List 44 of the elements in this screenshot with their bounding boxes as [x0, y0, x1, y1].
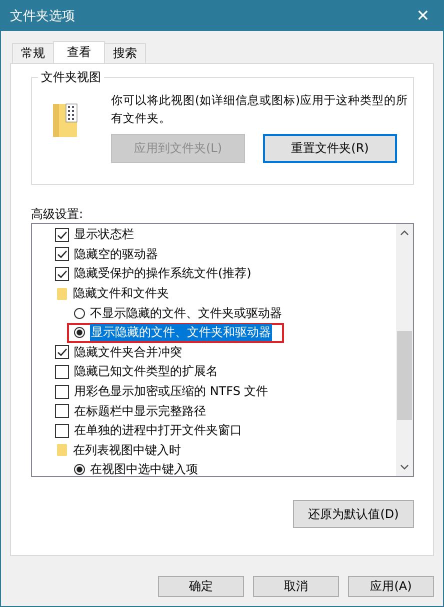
tab[interactable]: 常规 [12, 43, 54, 63]
window-title: 文件夹选项 [10, 8, 75, 24]
tab[interactable]: 搜索 [104, 43, 146, 63]
setting-label[interactable]: 隐藏受保护的操作系统文件(推荐) [74, 265, 252, 282]
setting-label[interactable]: 不显示隐藏的文件、文件夹或驱动器 [90, 304, 282, 322]
ok-button[interactable]: 确定 [158, 576, 244, 597]
checkbox[interactable] [55, 424, 69, 438]
checkbox[interactable] [55, 384, 69, 399]
checkbox[interactable] [55, 345, 69, 360]
cancel-button[interactable]: 取消 [253, 576, 339, 597]
checkbox[interactable] [55, 364, 69, 379]
folder-icon [52, 102, 78, 138]
radio-button[interactable] [74, 327, 85, 338]
scroll-thumb[interactable] [397, 331, 412, 420]
restore-defaults-button[interactable]: 还原为默认值(D) [293, 500, 414, 528]
reset-folders-button[interactable]: 重置文件夹(R) [263, 134, 397, 163]
setting-label[interactable]: 隐藏已知文件类型的扩展名 [74, 363, 218, 380]
setting-label[interactable]: 隐藏空的驱动器 [74, 246, 158, 263]
close-button[interactable]: ✕ [403, 0, 443, 31]
folder-icon [56, 286, 68, 301]
setting-label[interactable]: 显示隐藏的文件、文件夹和驱动器 [90, 324, 272, 342]
setting-label: 隐藏文件和文件夹 [73, 285, 169, 302]
checkbox[interactable] [55, 266, 69, 281]
section-label: 高级设置: [31, 206, 84, 223]
scroll-up-icon[interactable] [400, 230, 409, 236]
checkbox[interactable] [55, 404, 69, 418]
setting-label[interactable]: 用彩色显示加密或压缩的 NTFS 文件 [74, 383, 268, 400]
radio-button[interactable] [74, 308, 85, 319]
setting-label[interactable]: 在标题栏中显示完整路径 [74, 402, 206, 420]
setting-label[interactable]: 显示状态栏 [74, 226, 134, 244]
scrollbar[interactable] [396, 224, 413, 476]
checkbox[interactable] [55, 228, 69, 242]
setting-label[interactable]: 隐藏文件夹合并冲突 [74, 344, 182, 361]
tab[interactable]: 查看 [53, 41, 105, 63]
folder-icon [56, 443, 68, 458]
group-title: 文件夹视图 [38, 69, 104, 86]
radio-button[interactable] [74, 464, 85, 476]
checkbox[interactable] [55, 247, 69, 262]
setting-label[interactable]: 在单独的进程中打开文件夹窗口 [74, 422, 242, 440]
description-text: 你可以将此视图(如详细信息或图标)应用于这种类型的所有文件夹。 [111, 92, 409, 127]
apply-button[interactable]: 应用(A) [348, 576, 434, 597]
scroll-down-icon[interactable] [400, 464, 409, 470]
setting-label: 在列表视图中键入时 [73, 442, 181, 459]
setting-label[interactable]: 在视图中选中键入项 [90, 461, 198, 476]
